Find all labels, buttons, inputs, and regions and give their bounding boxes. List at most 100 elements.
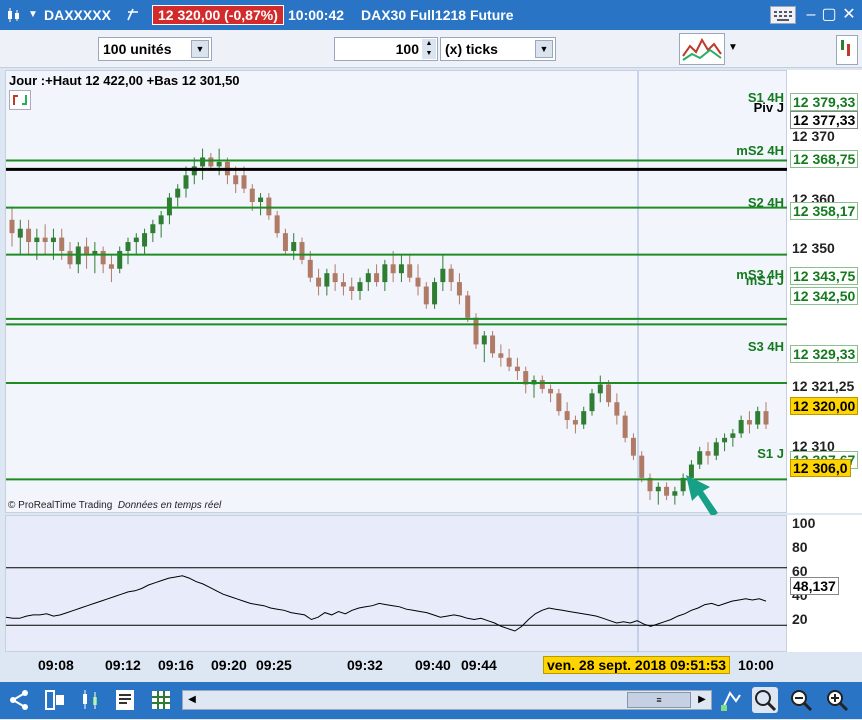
- ticks-count-input[interactable]: 100 ▲ ▼: [334, 37, 438, 61]
- time-tick: 09:08: [38, 657, 74, 673]
- candle-body: [705, 451, 711, 456]
- horizontal-scrollbar[interactable]: ◀ ≡ ▶: [182, 690, 712, 710]
- candle-body: [572, 420, 578, 425]
- minimize-icon[interactable]: ‒: [802, 6, 820, 24]
- candle-body: [183, 175, 189, 189]
- scroll-thumb[interactable]: ≡: [627, 692, 691, 708]
- candle-body: [17, 228, 23, 238]
- zoom-mode-icon[interactable]: [752, 687, 778, 713]
- side-panel-icon[interactable]: [836, 35, 858, 65]
- time-tick: 09:16: [158, 657, 194, 673]
- candle-body: [730, 433, 736, 438]
- price-chart-svg[interactable]: [6, 71, 788, 514]
- candle-body: [664, 486, 670, 496]
- candle-body: [639, 455, 645, 478]
- chart-type-icon[interactable]: [78, 687, 104, 713]
- candle-body: [274, 215, 280, 234]
- level-label: S3 4H: [747, 339, 784, 354]
- candle-body: [125, 242, 131, 251]
- scroll-right-icon[interactable]: ▶: [695, 692, 709, 708]
- time-tick: 09:40: [415, 657, 451, 673]
- candle-body: [316, 277, 322, 287]
- table-icon[interactable]: [148, 687, 174, 713]
- price-axis-label: 12 320,00: [790, 397, 859, 415]
- indicator-axis: 100 80 60 40 20 48,137: [787, 515, 862, 652]
- candle-body: [59, 237, 65, 251]
- candle-body: [738, 420, 744, 434]
- instrument-name: DAX30 Full1218 Future: [361, 7, 514, 23]
- candle-body: [175, 188, 181, 198]
- indicator-current-value: 48,137: [790, 577, 839, 595]
- candle-body: [630, 437, 636, 456]
- candle-body: [697, 451, 703, 465]
- clock: 10:00:42: [288, 7, 345, 23]
- candle-body: [655, 486, 661, 492]
- symbol-name[interactable]: DAXXXXX: [44, 7, 111, 23]
- title-bar: ▼ DAXXXXX 12 320,00 (-0,87%) 10:00:42 DA…: [0, 0, 862, 30]
- candle-body: [746, 420, 752, 425]
- zoom-in-icon[interactable]: [824, 687, 850, 713]
- maximize-icon[interactable]: ▢: [820, 6, 838, 24]
- ticks-unit-select[interactable]: (x) ticks ▼: [440, 37, 556, 61]
- candle-body: [374, 273, 380, 283]
- candlestick-app-icon[interactable]: [6, 7, 22, 23]
- candle-body: [324, 273, 330, 287]
- candle-body: [581, 411, 587, 425]
- spinner-icon[interactable]: ▲ ▼: [422, 39, 436, 59]
- candle-body: [514, 366, 520, 372]
- candle-body: [556, 393, 562, 412]
- time-tick: 10:00: [738, 657, 774, 673]
- candle-body: [432, 282, 438, 305]
- zoom-out-icon[interactable]: [788, 687, 814, 713]
- candle-body: [291, 242, 297, 251]
- candle-body: [481, 335, 487, 345]
- candle-body: [490, 335, 496, 354]
- units-select[interactable]: 100 unités ▼: [98, 37, 212, 61]
- indicators-icon[interactable]: [679, 33, 725, 65]
- indicator-panel[interactable]: [5, 515, 788, 653]
- candle-body: [398, 264, 404, 274]
- chevron-down-icon[interactable]: ▼: [191, 40, 209, 58]
- candle-body: [539, 380, 545, 389]
- candle-body: [589, 393, 595, 412]
- candle-body: [465, 295, 471, 318]
- layout-icon[interactable]: [42, 687, 68, 713]
- candle-body: [26, 228, 32, 243]
- indicator-tick: 20: [792, 611, 808, 627]
- candle-body: [415, 277, 421, 287]
- indicator-svg[interactable]: [6, 516, 788, 653]
- candle-body: [448, 268, 454, 283]
- candle-body: [158, 215, 164, 225]
- price-chart[interactable]: Jour :+Haut 12 422,00 +Bas 12 301,50 S1 …: [5, 70, 788, 517]
- indicators-dropdown-icon[interactable]: ▼: [728, 42, 738, 53]
- chevron-down-icon[interactable]: ▼: [535, 40, 553, 58]
- candle-body: [50, 237, 56, 243]
- watermark-brand: © ProRealTime Trading: [8, 500, 113, 511]
- price-axis-label: 12 350: [792, 240, 835, 256]
- candle-body: [200, 157, 206, 167]
- level-label: S1 J: [757, 446, 784, 461]
- keyboard-icon[interactable]: [770, 6, 796, 24]
- price-axis-label: 12 368,75: [790, 150, 859, 168]
- symbol-dropdown-icon[interactable]: ▼: [28, 9, 38, 20]
- report-icon[interactable]: [112, 687, 138, 713]
- draw-tool-icon[interactable]: [718, 687, 744, 713]
- level-label: mS1 J: [745, 273, 784, 288]
- candle-body: [233, 175, 239, 185]
- candle-body: [622, 415, 628, 438]
- price-axis-label: 12 370: [792, 128, 835, 144]
- candle-body: [142, 233, 148, 247]
- candle-body: [440, 268, 446, 283]
- chart-header: Jour :+Haut 12 422,00 +Bas 12 301,50: [9, 73, 243, 88]
- price-axis-label: 12 321,25: [792, 378, 855, 394]
- scroll-left-icon[interactable]: ◀: [185, 692, 199, 708]
- candle-body: [166, 197, 172, 216]
- candle-body: [258, 197, 264, 202]
- close-icon[interactable]: ✕: [840, 6, 858, 24]
- level-label: mS2 4H: [736, 143, 784, 158]
- refresh-icon[interactable]: [126, 8, 140, 22]
- arrow-annotation-icon: [686, 475, 718, 517]
- swap-icon[interactable]: [9, 90, 31, 110]
- price-axis-label: 12 306,0: [790, 459, 851, 477]
- share-icon[interactable]: [6, 687, 32, 713]
